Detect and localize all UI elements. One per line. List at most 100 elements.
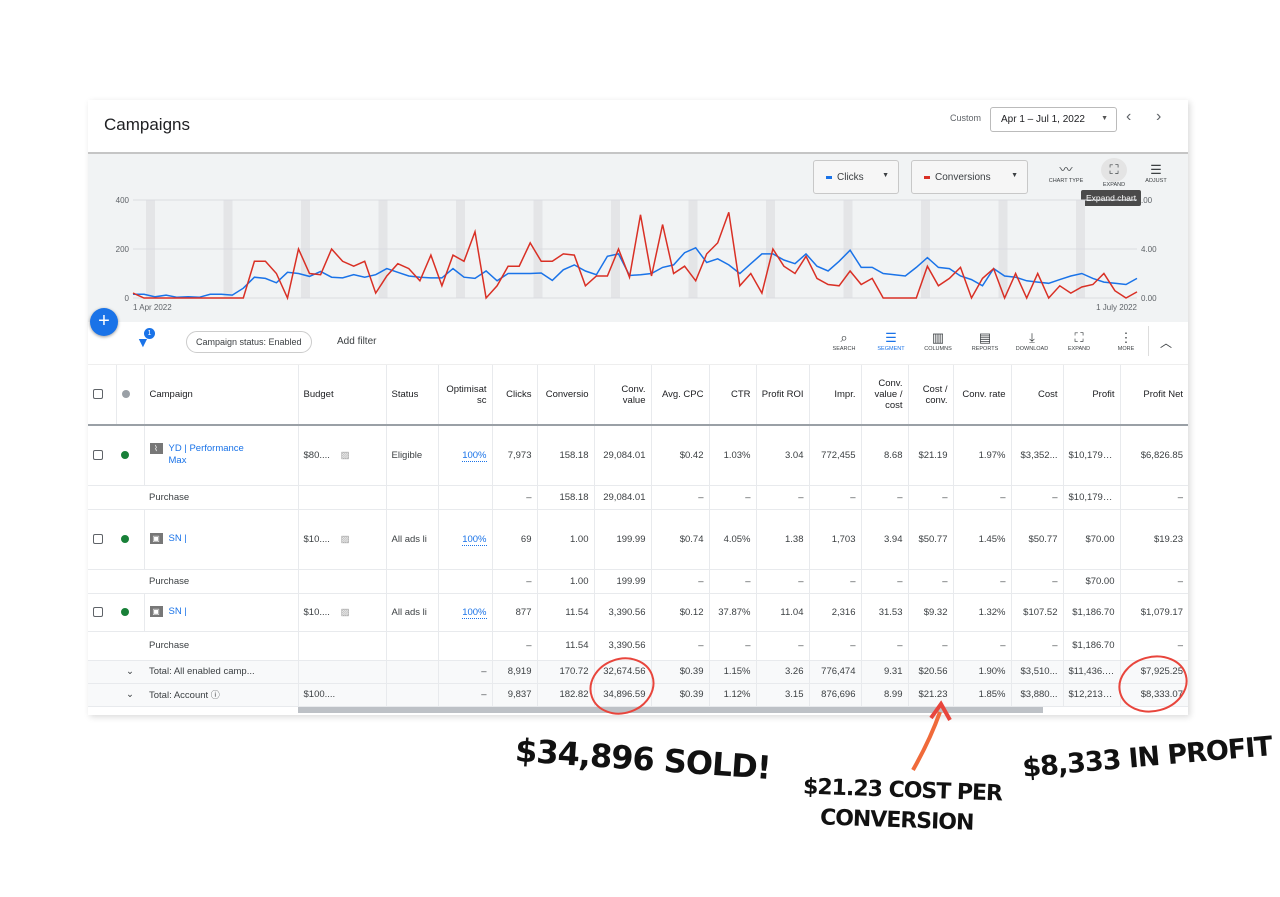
download-button[interactable]: ⤓ DOWNLOAD bbox=[1012, 330, 1052, 352]
chevron-left-icon[interactable]: ‹ bbox=[1126, 108, 1131, 126]
cell-conv-rate: – bbox=[953, 631, 1012, 661]
cell-conv-value-cost: – bbox=[861, 569, 909, 594]
campaign-row: ▣ SN | $10.... ▨ All ads li 100% 877 11.54 3,39… bbox=[88, 593, 1188, 632]
cell-cost: $107.52 bbox=[1011, 593, 1064, 632]
cell-ctr: 1.03% bbox=[709, 425, 757, 486]
optimisation-score[interactable]: 100% bbox=[462, 533, 487, 546]
search-button[interactable]: ⌕ SEARCH bbox=[824, 330, 864, 352]
cell-clicks: 9,837 bbox=[492, 683, 538, 707]
add-button[interactable]: + bbox=[90, 308, 118, 336]
column-header[interactable]: Clicks bbox=[492, 365, 538, 426]
cell-clicks: 877 bbox=[492, 593, 538, 632]
column-header[interactable]: Cost / conv. bbox=[908, 365, 954, 426]
cell-profit: $10,179.40 bbox=[1063, 425, 1121, 486]
segment-button[interactable]: ☰ SEGMENT bbox=[871, 330, 911, 352]
series-line-conversions bbox=[132, 212, 1138, 301]
total-row: ⌄ Total: All enabled camp... –8,919 170.72 3… bbox=[88, 660, 1188, 684]
column-header[interactable]: Budget bbox=[298, 365, 387, 426]
column-header[interactable]: CTR bbox=[709, 365, 757, 426]
columns-button[interactable]: ▥ COLUMNS bbox=[918, 330, 958, 352]
budget-value[interactable]: $10.... bbox=[304, 534, 330, 545]
cell-impr-: 772,455 bbox=[809, 425, 862, 486]
budget-chart-icon[interactable]: ▨ bbox=[341, 450, 350, 461]
enabled-status-dot[interactable] bbox=[121, 607, 129, 616]
annotation-conversion: CONVERSION bbox=[819, 805, 974, 836]
status-dot-header bbox=[116, 365, 145, 426]
column-header[interactable]: Profit bbox=[1063, 365, 1121, 426]
campaign-name-link[interactable]: SN | bbox=[169, 606, 264, 618]
cell-profit: $70.00 bbox=[1063, 509, 1121, 570]
cell-impr-: 1,703 bbox=[809, 509, 862, 570]
column-header[interactable]: Cost bbox=[1011, 365, 1064, 426]
cell-profit-net: $1,079.17 bbox=[1120, 593, 1188, 632]
conversion-action: Purchase bbox=[144, 631, 299, 661]
filter-chip-campaign-status[interactable]: Campaign status: Enabled bbox=[186, 331, 312, 353]
expand-button[interactable]: ⛶ EXPAND bbox=[1059, 330, 1099, 352]
cell-impr-: 876,696 bbox=[809, 683, 862, 707]
cell-profit-net: $6,826.85 bbox=[1120, 425, 1188, 486]
row-checkbox[interactable] bbox=[93, 533, 103, 544]
column-header[interactable]: Avg. CPC bbox=[651, 365, 710, 426]
budget-chart-icon[interactable]: ▨ bbox=[341, 607, 350, 618]
status-value: Eligible bbox=[386, 425, 439, 486]
chevron-down-icon[interactable]: ⌄ bbox=[116, 683, 144, 707]
column-header[interactable]: Conv. value bbox=[594, 365, 652, 426]
cell-conv-value-cost: – bbox=[861, 631, 909, 661]
campaigns-panel: Campaigns Custom Apr 1 – Jul 1, 2022 ▼ ‹ … bbox=[88, 100, 1188, 715]
cell-profit: $12,213.81 bbox=[1063, 683, 1121, 707]
chevron-down-icon[interactable]: ⌄ bbox=[116, 660, 144, 684]
cell-profit-net: $19.23 bbox=[1120, 509, 1188, 570]
row-checkbox[interactable] bbox=[93, 606, 103, 617]
horizontal-scrollbar[interactable] bbox=[298, 707, 1043, 713]
optimisation-score[interactable]: 100% bbox=[462, 606, 487, 619]
cell-impr-: 2,316 bbox=[809, 593, 862, 632]
column-header[interactable]: Profit ROI bbox=[756, 365, 810, 426]
column-header[interactable]: Conv. rate bbox=[953, 365, 1012, 426]
cell-profit: $1,186.70 bbox=[1063, 593, 1121, 632]
sub-row: Purchase –158.18 29,084.01– – – – – – – – $10,179.… bbox=[88, 485, 1188, 510]
more-button[interactable]: ⋮ MORE bbox=[1106, 330, 1146, 352]
enabled-status-dot[interactable] bbox=[121, 534, 129, 543]
action-label: COLUMNS bbox=[924, 346, 952, 352]
cell-cost: $50.77 bbox=[1011, 509, 1064, 570]
divider bbox=[1148, 326, 1149, 356]
column-header[interactable]: Profit Net bbox=[1120, 365, 1188, 426]
row-checkbox[interactable] bbox=[93, 450, 103, 461]
reports-button[interactable]: ▤ REPORTS bbox=[965, 330, 1005, 352]
cell-profit-roi: 3.04 bbox=[756, 425, 810, 486]
cell-ctr: 4.05% bbox=[709, 509, 757, 570]
cell-profit-roi: 3.26 bbox=[756, 660, 810, 684]
column-header[interactable]: Campaign bbox=[144, 365, 299, 426]
cell-cost-conv-: $50.77 bbox=[908, 509, 954, 570]
cell-profit-roi: 3.15 bbox=[756, 683, 810, 707]
column-header[interactable]: Optimisat sc bbox=[438, 365, 493, 426]
collapse-icon[interactable]: ︿ bbox=[1160, 334, 1172, 351]
optimisation-score[interactable]: 100% bbox=[462, 449, 487, 462]
cell-avg-cpc: – bbox=[651, 569, 710, 594]
sub-row: Purchase –11.54 3,390.56– – – – – – – – $1,186.70– bbox=[88, 631, 1188, 661]
optimisation-score: – bbox=[438, 683, 493, 707]
filter-icon[interactable]: ▼ 1 bbox=[136, 328, 155, 350]
campaign-name-link[interactable]: YD | Performance Max bbox=[169, 443, 264, 467]
column-header[interactable]: Status bbox=[386, 365, 439, 426]
cell-conv-value: 199.99 bbox=[594, 509, 652, 570]
campaign-name-link[interactable]: SN | bbox=[169, 533, 264, 545]
column-header[interactable]: Conv. value / cost bbox=[861, 365, 909, 426]
help-icon[interactable]: ⓘ bbox=[211, 690, 220, 700]
cell-conversio: 11.54 bbox=[537, 631, 595, 661]
select-all-checkbox[interactable] bbox=[88, 365, 117, 426]
cell-profit-roi: – bbox=[756, 485, 810, 510]
budget-value[interactable]: $80.... bbox=[304, 450, 330, 461]
chevron-right-icon[interactable]: › bbox=[1156, 108, 1161, 126]
filter-count-badge: 1 bbox=[144, 328, 155, 339]
date-range-picker[interactable]: Apr 1 – Jul 1, 2022 ▼ bbox=[990, 107, 1117, 132]
column-header[interactable]: Conversio bbox=[537, 365, 595, 426]
cell-conv-rate: 1.45% bbox=[953, 509, 1012, 570]
budget-value[interactable]: $10.... bbox=[304, 607, 330, 618]
cell-profit-net: – bbox=[1120, 569, 1188, 594]
budget-chart-icon[interactable]: ▨ bbox=[341, 534, 350, 545]
add-filter-button[interactable]: Add filter bbox=[337, 336, 376, 347]
cell-cost: $3,880... bbox=[1011, 683, 1064, 707]
column-header[interactable]: Impr. bbox=[809, 365, 862, 426]
enabled-status-dot[interactable] bbox=[121, 451, 129, 460]
